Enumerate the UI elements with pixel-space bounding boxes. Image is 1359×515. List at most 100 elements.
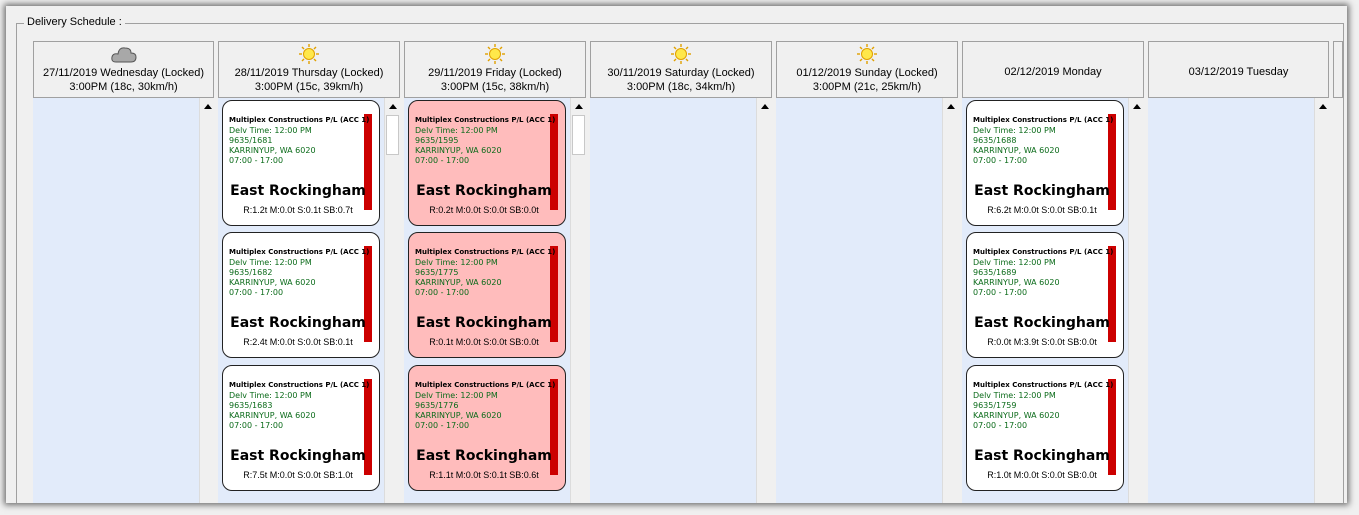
day-date: 28/11/2019 Thursday (Locked) — [234, 67, 384, 79]
card-order-number: 9635/1595 — [415, 136, 459, 145]
day-weather-time: 3:00PM (18c, 30km/h) — [69, 81, 178, 93]
card-loads: R:1.0t M:0.0t S:0.0t SB:0.0t — [987, 470, 1097, 480]
day-column-tuesday[interactable] — [1148, 98, 1314, 503]
delivery-card-locked[interactable]: Multiplex Constructions P/L (ACC 1) Delv… — [408, 100, 566, 226]
card-delivery-time: Delv Time: 12:00 PM — [973, 258, 1056, 267]
card-order-number: 9635/1682 — [229, 268, 273, 277]
scrollbar-tuesday[interactable] — [1314, 98, 1329, 503]
card-order-number: 9635/1775 — [415, 268, 459, 277]
day-date: 27/11/2019 Wednesday (Locked) — [42, 67, 205, 79]
card-customer: Multiplex Constructions P/L (ACC 1) — [415, 381, 556, 389]
card-location: East Rockingham — [230, 448, 366, 464]
card-suburb: KARRINYUP, WA 6020 — [973, 278, 1060, 287]
card-customer: Multiplex Constructions P/L (ACC 1) — [415, 116, 556, 124]
delivery-card-locked[interactable]: Multiplex Constructions P/L (ACC 1) Delv… — [408, 365, 566, 491]
card-hours: 07:00 - 17:00 — [229, 421, 284, 430]
card-customer: Multiplex Constructions P/L (ACC 1) — [229, 381, 370, 389]
scroll-up-icon[interactable] — [944, 99, 957, 113]
card-location: East Rockingham — [974, 315, 1110, 331]
card-suburb: KARRINYUP, WA 6020 — [229, 146, 316, 155]
scrollbar-thursday[interactable] — [384, 98, 399, 503]
delivery-card[interactable]: Multiplex Constructions P/L (ACC 1) Delv… — [966, 365, 1124, 491]
day-header-friday[interactable]: 29/11/2019 Friday (Locked) 3:00PM (15c, … — [404, 41, 586, 98]
day-date: 03/12/2019 Tuesday — [1188, 66, 1289, 78]
day-header-next[interactable] — [1333, 41, 1343, 98]
card-location: East Rockingham — [974, 183, 1110, 199]
card-delivery-time: Delv Time: 12:00 PM — [973, 391, 1056, 400]
day-weather-time: 3:00PM (15c, 39km/h) — [254, 81, 364, 93]
sun-icon — [777, 44, 957, 64]
sun-icon — [405, 44, 585, 64]
card-delivery-time: Delv Time: 12:00 PM — [415, 258, 498, 267]
scrollbar-friday[interactable] — [570, 98, 585, 503]
card-delivery-time: Delv Time: 12:00 PM — [229, 391, 312, 400]
card-order-number: 9635/1689 — [973, 268, 1017, 277]
card-delivery-time: Delv Time: 12:00 PM — [415, 126, 498, 135]
scrollbar-wednesday[interactable] — [199, 98, 214, 503]
card-delivery-time: Delv Time: 12:00 PM — [229, 126, 312, 135]
card-loads: R:0.2t M:0.0t S:0.0t SB:0.0t — [429, 205, 539, 215]
sun-icon — [591, 44, 771, 64]
delivery-card[interactable]: Multiplex Constructions P/L (ACC 1) Delv… — [222, 365, 380, 491]
scroll-up-icon[interactable] — [386, 99, 399, 113]
card-suburb: KARRINYUP, WA 6020 — [415, 411, 502, 420]
card-loads: R:6.2t M:0.0t S:0.0t SB:0.1t — [987, 205, 1097, 215]
day-date: 29/11/2019 Friday (Locked) — [428, 67, 562, 79]
scroll-thumb[interactable] — [572, 115, 585, 155]
card-loads: R:7.5t M:0.0t S:0.0t SB:1.0t — [243, 470, 353, 480]
group-label: Delivery Schedule : — [24, 16, 125, 28]
day-header-monday[interactable]: 02/12/2019 Monday — [962, 41, 1144, 98]
scroll-up-icon[interactable] — [1316, 99, 1329, 113]
day-date: 30/11/2019 Saturday (Locked) — [607, 67, 755, 79]
day-weather-time: 3:00PM (21c, 25km/h) — [812, 81, 922, 93]
card-loads: R:1.2t M:0.0t S:0.1t SB:0.7t — [243, 205, 353, 215]
day-column-wednesday[interactable] — [33, 98, 199, 503]
card-loads: R:0.1t M:0.0t S:0.0t SB:0.0t — [429, 337, 539, 347]
card-location: East Rockingham — [974, 448, 1110, 464]
app-frame: Delivery Schedule : 27/11/2019 Wednesday… — [0, 0, 1359, 515]
card-hours: 07:00 - 17:00 — [415, 156, 470, 165]
card-customer: Multiplex Constructions P/L (ACC 1) — [973, 381, 1114, 389]
card-order-number: 9635/1681 — [229, 136, 273, 145]
card-customer: Multiplex Constructions P/L (ACC 1) — [229, 248, 370, 256]
card-hours: 07:00 - 17:00 — [229, 156, 284, 165]
card-order-number: 9635/1688 — [973, 136, 1017, 145]
card-location: East Rockingham — [416, 183, 552, 199]
card-suburb: KARRINYUP, WA 6020 — [415, 278, 502, 287]
delivery-card[interactable]: Multiplex Constructions P/L (ACC 1) Delv… — [966, 100, 1124, 226]
card-customer: Multiplex Constructions P/L (ACC 1) — [229, 116, 370, 124]
card-suburb: KARRINYUP, WA 6020 — [415, 146, 502, 155]
day-column-sunday[interactable] — [776, 98, 942, 503]
scroll-up-icon[interactable] — [1130, 99, 1143, 113]
card-hours: 07:00 - 17:00 — [415, 288, 470, 297]
day-header-tuesday[interactable]: 03/12/2019 Tuesday — [1148, 41, 1329, 98]
day-header-wednesday[interactable]: 27/11/2019 Wednesday (Locked) 3:00PM (18… — [33, 41, 214, 98]
scroll-thumb[interactable] — [386, 115, 399, 155]
day-date: 01/12/2019 Sunday (Locked) — [796, 67, 938, 79]
card-location: East Rockingham — [230, 315, 366, 331]
card-loads: R:2.4t M:0.0t S:0.0t SB:0.1t — [243, 337, 353, 347]
card-delivery-time: Delv Time: 12:00 PM — [973, 126, 1056, 135]
day-column-saturday[interactable] — [590, 98, 756, 503]
card-delivery-time: Delv Time: 12:00 PM — [415, 391, 498, 400]
card-order-number: 9635/1683 — [229, 401, 273, 410]
scroll-up-icon[interactable] — [201, 99, 214, 113]
scroll-up-icon[interactable] — [758, 99, 771, 113]
sun-icon — [219, 44, 399, 64]
card-suburb: KARRINYUP, WA 6020 — [973, 146, 1060, 155]
day-header-thursday[interactable]: 28/11/2019 Thursday (Locked) 3:00PM (15c… — [218, 41, 400, 98]
scrollbar-monday[interactable] — [1128, 98, 1143, 503]
delivery-card[interactable]: Multiplex Constructions P/L (ACC 1) Delv… — [222, 232, 380, 358]
delivery-card-locked[interactable]: Multiplex Constructions P/L (ACC 1) Delv… — [408, 232, 566, 358]
card-customer: Multiplex Constructions P/L (ACC 1) — [415, 248, 556, 256]
scrollbar-sunday[interactable] — [942, 98, 957, 503]
scroll-up-icon[interactable] — [572, 99, 585, 113]
day-header-sunday[interactable]: 01/12/2019 Sunday (Locked) 3:00PM (21c, … — [776, 41, 958, 98]
day-header-saturday[interactable]: 30/11/2019 Saturday (Locked) 3:00PM (18c… — [590, 41, 772, 98]
delivery-card[interactable]: Multiplex Constructions P/L (ACC 1) Delv… — [966, 232, 1124, 358]
delivery-card[interactable]: Multiplex Constructions P/L (ACC 1) Delv… — [222, 100, 380, 226]
cloud-icon — [34, 44, 213, 64]
scrollbar-saturday[interactable] — [756, 98, 771, 503]
card-location: East Rockingham — [416, 315, 552, 331]
card-location: East Rockingham — [416, 448, 552, 464]
